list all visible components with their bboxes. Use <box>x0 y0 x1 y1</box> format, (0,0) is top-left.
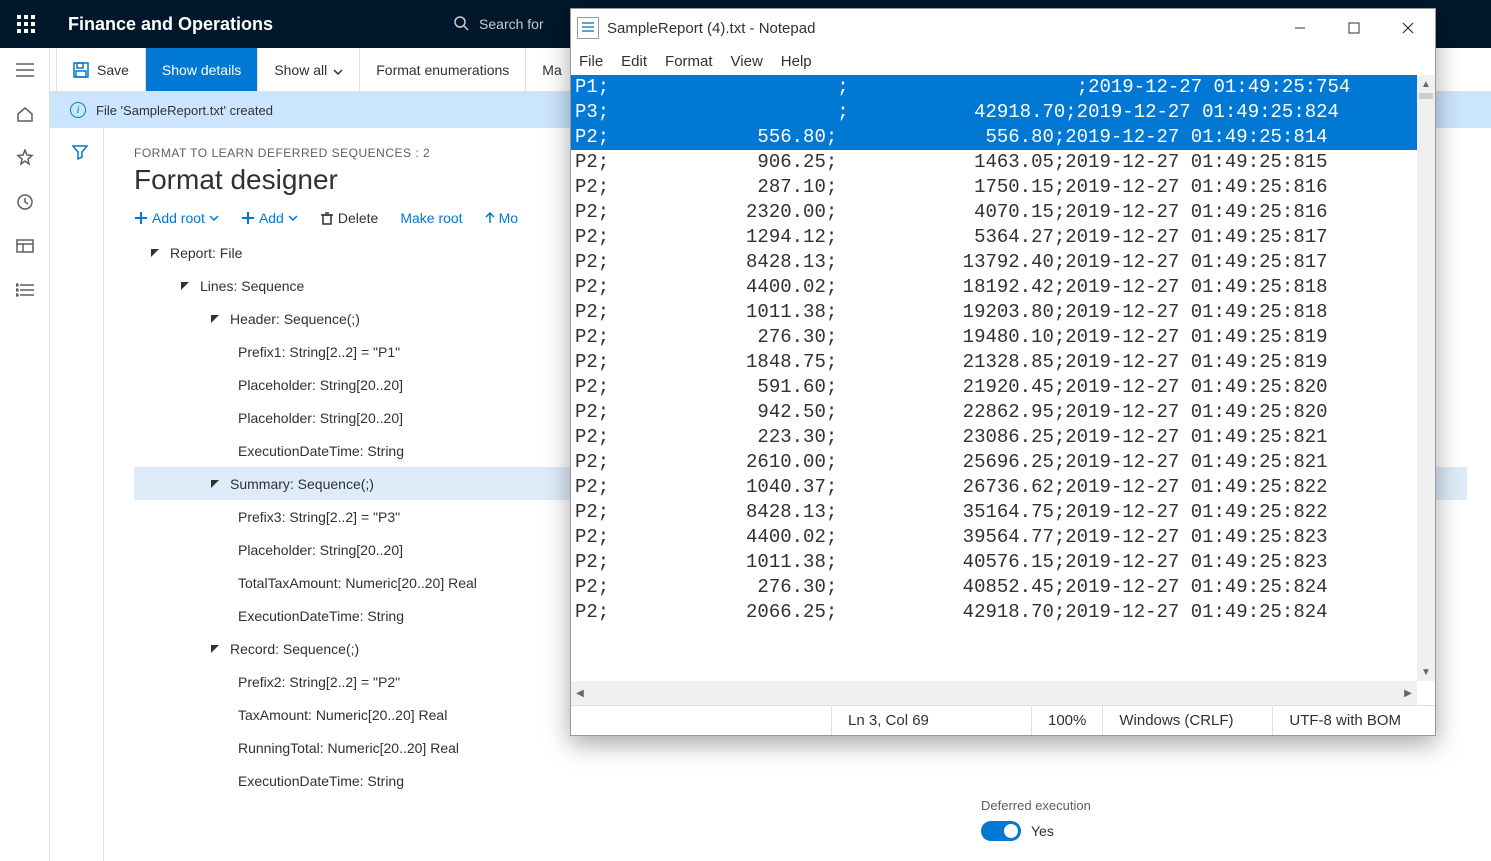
show-details-button[interactable]: Show details <box>146 48 258 91</box>
waffle-icon[interactable] <box>12 10 40 38</box>
notepad-menubar: File Edit Format View Help <box>571 47 1435 75</box>
star-icon[interactable] <box>15 148 35 168</box>
format-enum-label: Format enumerations <box>376 62 509 78</box>
left-rail <box>0 48 50 861</box>
notepad-statusbar: Ln 3, Col 69 100% Windows (CRLF) UTF-8 w… <box>571 705 1435 735</box>
deferred-label: Deferred execution <box>981 798 1461 813</box>
scroll-right-icon[interactable]: ▶ <box>1399 688 1417 699</box>
info-icon: i <box>70 102 86 118</box>
menu-format[interactable]: Format <box>665 53 713 70</box>
info-message: File 'SampleReport.txt' created <box>96 103 273 118</box>
add-button[interactable]: Add <box>241 210 298 226</box>
maximize-button[interactable] <box>1327 9 1381 47</box>
caret-icon <box>210 479 220 489</box>
caret-icon <box>210 644 220 654</box>
notepad-body: P1; ; ;2019-12-27 01:49:25:754P3; ; 4291… <box>571 75 1435 705</box>
search-box[interactable]: Search for <box>453 15 544 34</box>
make-root-button[interactable]: Make root <box>400 210 462 226</box>
caret-icon <box>210 314 220 324</box>
menu-help[interactable]: Help <box>781 53 812 70</box>
deferred-value: Yes <box>1031 823 1054 839</box>
show-all-button[interactable]: Show all <box>258 48 360 91</box>
properties-panel: Deferred execution Yes <box>951 778 1491 861</box>
search-placeholder: Search for <box>479 16 544 32</box>
list-icon[interactable] <box>15 280 35 300</box>
show-details-label: Show details <box>162 62 241 78</box>
status-encoding: UTF-8 with BOM <box>1272 706 1435 735</box>
notepad-window: SampleReport (4).txt - Notepad File Edit… <box>570 8 1436 736</box>
search-icon <box>453 15 469 34</box>
minimize-button[interactable] <box>1273 9 1327 47</box>
mapping-label: Ma <box>542 62 561 78</box>
delete-button[interactable]: Delete <box>320 210 378 226</box>
filter-icon[interactable] <box>72 147 88 163</box>
chevron-down-icon <box>333 62 343 78</box>
menu-edit[interactable]: Edit <box>621 53 647 70</box>
status-position: Ln 3, Col 69 <box>831 706 1031 735</box>
notepad-titlebar[interactable]: SampleReport (4).txt - Notepad <box>571 9 1435 47</box>
save-label: Save <box>97 62 129 78</box>
module-icon[interactable] <box>15 236 35 256</box>
horizontal-scrollbar[interactable]: ◀ ▶ <box>571 681 1417 705</box>
app-title: Finance and Operations <box>68 14 273 35</box>
status-eol: Windows (CRLF) <box>1102 706 1272 735</box>
show-all-label: Show all <box>274 62 327 78</box>
scroll-left-icon[interactable]: ◀ <box>571 688 589 699</box>
notepad-title: SampleReport (4).txt - Notepad <box>607 20 815 37</box>
scroll-up-icon[interactable]: ▲ <box>1417 75 1435 93</box>
add-root-button[interactable]: Add root <box>134 210 219 226</box>
menu-view[interactable]: View <box>731 53 763 70</box>
vertical-scrollbar[interactable]: ▲ ▼ <box>1417 75 1435 681</box>
status-zoom: 100% <box>1031 706 1102 735</box>
menu-file[interactable]: File <box>579 53 603 70</box>
notepad-icon <box>577 17 599 39</box>
clock-icon[interactable] <box>15 192 35 212</box>
save-button[interactable]: Save <box>56 48 146 91</box>
home-icon[interactable] <box>15 104 35 124</box>
scroll-thumb[interactable] <box>1419 93 1433 99</box>
scroll-down-icon[interactable]: ▼ <box>1417 663 1435 681</box>
move-up-button[interactable]: Mo <box>485 210 518 226</box>
filter-column <box>56 128 104 861</box>
caret-icon <box>150 248 160 258</box>
format-enumerations-button[interactable]: Format enumerations <box>360 48 526 91</box>
hamburger-icon[interactable] <box>15 60 35 80</box>
notepad-text[interactable]: P1; ; ;2019-12-27 01:49:25:754P3; ; 4291… <box>571 75 1417 681</box>
caret-icon <box>180 281 190 291</box>
deferred-toggle[interactable] <box>981 821 1021 841</box>
close-button[interactable] <box>1381 9 1435 47</box>
